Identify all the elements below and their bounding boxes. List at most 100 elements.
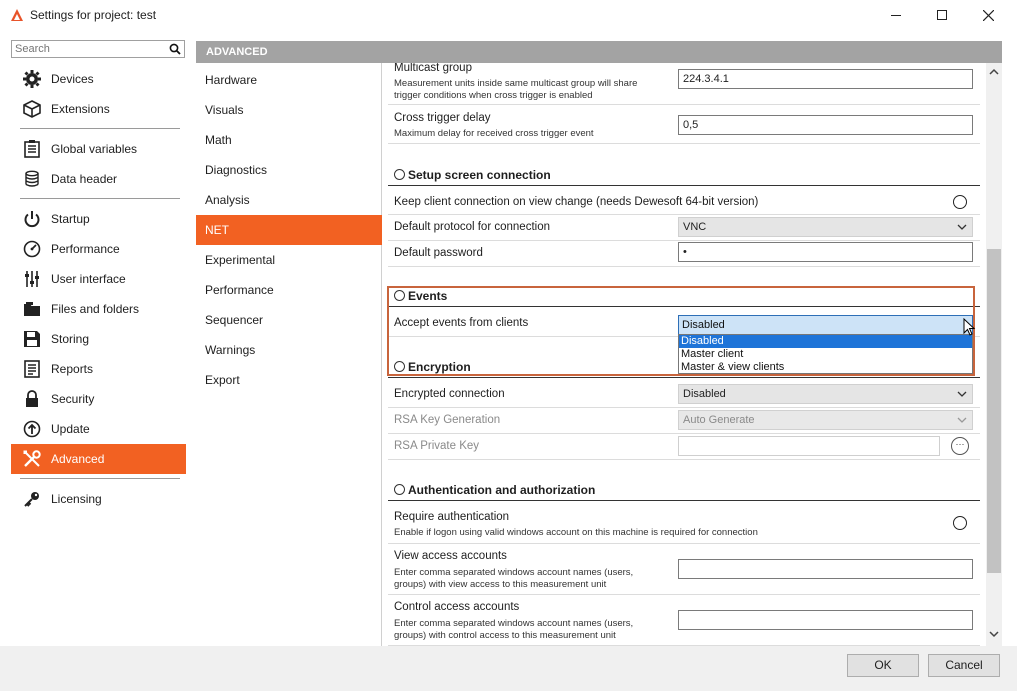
multicast-group-input[interactable]: 224.3.4.1 xyxy=(678,69,973,89)
cross-trigger-delay-input[interactable]: 0,5 xyxy=(678,115,973,135)
subnav-item-analysis[interactable]: Analysis xyxy=(196,185,382,215)
sidebar-divider xyxy=(20,478,180,479)
setup-screen-connection-section[interactable]: Setup screen connection xyxy=(388,164,980,186)
rsa-private-key-label: RSA Private Key xyxy=(394,440,480,452)
search-icon[interactable] xyxy=(169,43,181,55)
subnav-item-experimental[interactable]: Experimental xyxy=(196,245,382,275)
section-title: Setup screen connection xyxy=(408,168,551,182)
database-icon xyxy=(21,168,43,190)
require-authentication-desc: Enable if logon using valid windows acco… xyxy=(394,527,758,538)
scroll-thumb[interactable] xyxy=(987,249,1001,573)
option-master-client[interactable]: Master client xyxy=(679,348,972,361)
chevron-up-icon xyxy=(989,68,999,75)
multicast-group-desc-line2: trigger conditions when cross trigger is… xyxy=(394,90,593,101)
sidebar-item-label: Advanced xyxy=(51,452,105,466)
maximize-icon xyxy=(937,10,947,20)
search-input[interactable] xyxy=(12,41,162,57)
sidebar-item-label: Performance xyxy=(51,242,120,256)
sidebar-item-files-and-folders[interactable]: Files and folders xyxy=(11,294,186,324)
subnav-item-performance[interactable]: Performance xyxy=(196,275,382,305)
view-access-input[interactable] xyxy=(678,559,973,579)
view-access-row: View access accounts Enter comma separat… xyxy=(388,544,980,595)
default-protocol-select[interactable]: VNC xyxy=(678,217,973,237)
sidebar-item-storing[interactable]: Storing xyxy=(11,324,186,354)
control-access-desc-line2: groups) with control access to this meas… xyxy=(394,630,616,641)
subnav-item-math[interactable]: Math xyxy=(196,125,382,155)
control-access-input[interactable] xyxy=(678,610,973,630)
default-protocol-label: Default protocol for connection xyxy=(394,221,550,233)
sidebar-item-label: Storing xyxy=(51,332,90,346)
report-icon xyxy=(21,358,43,380)
subnav-item-sequencer[interactable]: Sequencer xyxy=(196,305,382,335)
net-settings-panel: Multicast group Measurement units inside… xyxy=(383,63,986,646)
keep-client-row: Keep client connection on view change (n… xyxy=(388,190,980,215)
rsa-key-generation-label: RSA Key Generation xyxy=(394,414,501,426)
sidebar-item-update[interactable]: Update xyxy=(11,414,186,444)
sidebar-item-devices[interactable]: Devices xyxy=(11,64,186,94)
accept-events-select[interactable]: Disabled xyxy=(678,315,973,335)
cancel-button[interactable]: Cancel xyxy=(928,654,1000,677)
option-master-view-clients[interactable]: Master & view clients xyxy=(679,361,972,374)
gauge-icon xyxy=(21,238,43,260)
maximize-button[interactable] xyxy=(919,0,965,30)
lock-icon xyxy=(21,388,43,410)
sidebar-item-label: Startup xyxy=(51,212,90,226)
list-icon xyxy=(21,138,43,160)
multicast-group-desc: Measurement units inside same multicast … xyxy=(394,78,638,89)
minimize-button[interactable] xyxy=(873,0,919,30)
content-scrollbar[interactable] xyxy=(986,63,1002,646)
advanced-subnav: Hardware Visuals Math Diagnostics Analys… xyxy=(196,63,382,646)
chevron-down-icon xyxy=(957,224,967,230)
subnav-item-net[interactable]: NET xyxy=(196,215,382,245)
require-authentication-label: Require authentication xyxy=(394,511,510,523)
rsa-key-generation-value: Auto Generate xyxy=(683,414,755,426)
keep-client-radio[interactable] xyxy=(953,195,967,209)
subnav-item-export[interactable]: Export xyxy=(196,365,382,395)
default-password-input[interactable]: • xyxy=(678,242,973,262)
sidebar-item-label: Devices xyxy=(51,72,94,86)
search-box[interactable] xyxy=(11,40,185,58)
sidebar-item-licensing[interactable]: Licensing xyxy=(11,484,186,514)
cube-icon xyxy=(21,98,43,120)
chevron-down-icon xyxy=(957,417,967,423)
sidebar-item-global-variables[interactable]: Global variables xyxy=(11,134,186,164)
accept-events-value: Disabled xyxy=(682,319,725,331)
require-authentication-radio[interactable] xyxy=(953,516,967,530)
sidebar-item-extensions[interactable]: Extensions xyxy=(11,94,186,124)
page-title: ADVANCED xyxy=(196,41,1002,63)
app-logo-icon xyxy=(11,9,23,21)
window-title: Settings for project: test xyxy=(30,8,157,22)
subnav-item-visuals[interactable]: Visuals xyxy=(196,95,382,125)
rsa-browse-button[interactable]: ··· xyxy=(951,437,969,455)
sidebar-item-security[interactable]: Security xyxy=(11,384,186,414)
require-authentication-row: Require authentication Enable if logon u… xyxy=(388,505,980,544)
sidebar-item-advanced[interactable]: Advanced xyxy=(11,444,186,474)
keep-client-label: Keep client connection on view change (n… xyxy=(394,196,759,208)
encrypted-connection-row: Encrypted connection Disabled xyxy=(388,382,980,408)
sidebar-item-performance[interactable]: Performance xyxy=(11,234,186,264)
sidebar-item-label: Reports xyxy=(51,362,94,376)
sidebar-item-data-header[interactable]: Data header xyxy=(11,164,186,194)
option-disabled[interactable]: Disabled xyxy=(679,335,972,348)
gear-icon xyxy=(21,68,43,90)
sidebar-item-user-interface[interactable]: User interface xyxy=(11,264,186,294)
ok-button[interactable]: OK xyxy=(847,654,919,677)
subnav-item-diagnostics[interactable]: Diagnostics xyxy=(196,155,382,185)
control-access-desc: Enter comma separated windows account na… xyxy=(394,618,634,629)
sidebar-item-reports[interactable]: Reports xyxy=(11,354,186,384)
key-icon xyxy=(21,488,43,510)
encrypted-connection-select[interactable]: Disabled xyxy=(678,384,973,404)
update-icon xyxy=(21,418,43,440)
scroll-down-button[interactable] xyxy=(986,629,1002,643)
minimize-icon xyxy=(891,14,901,16)
view-access-desc: Enter comma separated windows account na… xyxy=(394,567,634,578)
close-button[interactable] xyxy=(965,0,1011,30)
default-password-row: Default password • xyxy=(388,241,980,267)
authentication-section[interactable]: Authentication and authorization xyxy=(388,479,980,501)
scroll-up-button[interactable] xyxy=(986,67,1002,81)
sidebar-item-label: Global variables xyxy=(51,142,138,156)
accept-events-options: Disabled Master client Master & view cli… xyxy=(678,334,973,374)
subnav-item-warnings[interactable]: Warnings xyxy=(196,335,382,365)
sidebar-item-startup[interactable]: Startup xyxy=(11,204,186,234)
subnav-item-hardware[interactable]: Hardware xyxy=(196,65,382,95)
